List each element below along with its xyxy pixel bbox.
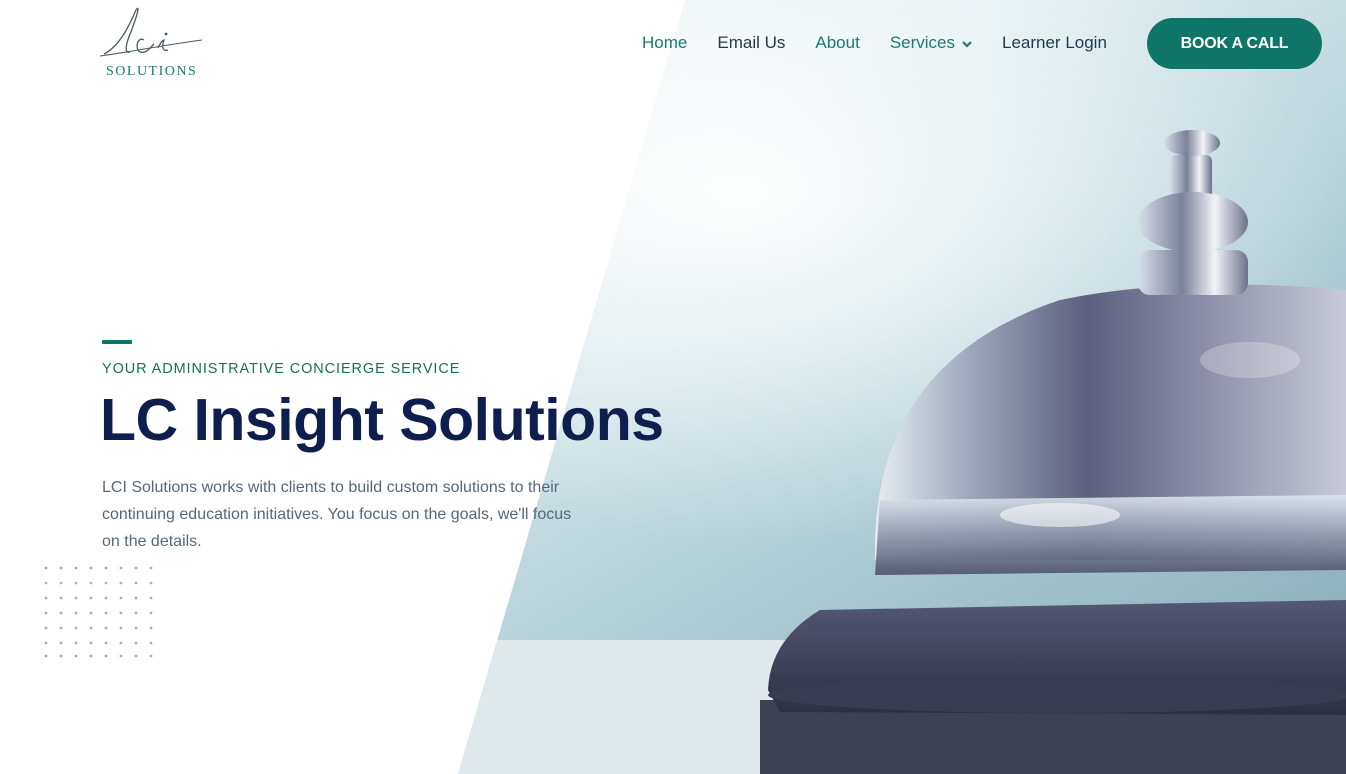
book-a-call-button[interactable]: BOOK A CALL xyxy=(1147,18,1322,69)
main-nav: Home Email Us About Services Learner Log… xyxy=(642,32,1137,54)
accent-bar xyxy=(102,340,132,344)
logo-script-mark xyxy=(100,7,203,57)
dot-grid-decoration xyxy=(44,566,153,658)
logo-wordmark: SOLUTIONS xyxy=(106,64,198,79)
nav-item-about[interactable]: About xyxy=(815,33,859,53)
nav-item-services[interactable]: Services xyxy=(890,33,972,53)
nav-item-home[interactable]: Home xyxy=(642,33,687,53)
nav-item-learner-login[interactable]: Learner Login xyxy=(1002,33,1107,53)
hero-description: LCI Solutions works with clients to buil… xyxy=(102,479,572,550)
page: SOLUTIONS Home Email Us About Services L… xyxy=(0,0,1346,774)
nav-item-services-label: Services xyxy=(889,33,955,52)
hero-title: LC Insight Solutions xyxy=(100,387,664,453)
logo[interactable]: SOLUTIONS xyxy=(100,4,210,79)
nav-item-email-us[interactable]: Email Us xyxy=(717,33,785,53)
hero-eyebrow: YOUR ADMINISTRATIVE CONCIERGE SERVICE xyxy=(102,361,461,377)
chevron-down-icon xyxy=(962,33,972,53)
